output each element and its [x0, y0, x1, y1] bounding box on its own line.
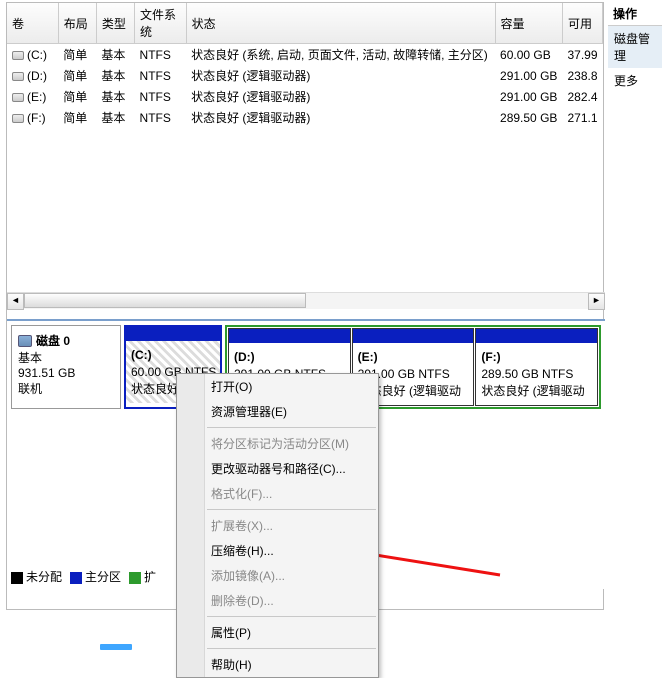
- menu-format: 格式化(F)...: [177, 481, 378, 506]
- legend-primary: 主分区: [85, 570, 121, 584]
- volume-table[interactable]: 卷 布局 类型 文件系统 状态 容量 可用 (C:)简单基本NTFS状态良好 (…: [7, 3, 603, 128]
- bottom-tab-indicator: [100, 644, 132, 650]
- drive-icon: [12, 93, 24, 102]
- actions-more[interactable]: 更多: [608, 68, 662, 93]
- partition-f-size: 289.50 GB NTFS: [481, 367, 573, 381]
- legend-swatch-extended: [129, 572, 141, 584]
- col-free[interactable]: 可用: [562, 3, 602, 44]
- menu-shrink-volume[interactable]: 压缩卷(H)...: [177, 538, 378, 563]
- actions-panel: 操作 磁盘管理 更多: [608, 2, 662, 610]
- col-volume[interactable]: 卷: [7, 3, 58, 44]
- actions-disk-management[interactable]: 磁盘管理: [608, 26, 662, 68]
- menu-delete-volume: 删除卷(D)...: [177, 588, 378, 613]
- table-row[interactable]: (C:)简单基本NTFS状态良好 (系统, 启动, 页面文件, 活动, 故障转储…: [7, 44, 603, 66]
- menu-change-drive-letter[interactable]: 更改驱动器号和路径(C)...: [177, 456, 378, 481]
- legend-swatch-unallocated: [11, 572, 23, 584]
- col-type[interactable]: 类型: [96, 3, 134, 44]
- partition-e-title: (E:): [358, 350, 378, 364]
- col-filesystem[interactable]: 文件系统: [135, 3, 187, 44]
- disk-icon: [18, 335, 32, 347]
- partition-c-title: (C:): [131, 348, 152, 362]
- col-layout[interactable]: 布局: [58, 3, 96, 44]
- menu-add-mirror: 添加镜像(A)...: [177, 563, 378, 588]
- partition-f-status: 状态良好 (逻辑驱动: [481, 384, 584, 398]
- legend-extended: 扩: [144, 570, 156, 584]
- menu-mark-active: 将分区标记为活动分区(M): [177, 431, 378, 456]
- menu-help[interactable]: 帮助(H): [177, 652, 378, 677]
- scroll-right-button[interactable]: ►: [588, 293, 605, 310]
- drive-icon: [12, 114, 24, 123]
- menu-extend-volume: 扩展卷(X)...: [177, 513, 378, 538]
- disk-0-size: 931.51 GB: [18, 366, 114, 380]
- table-row[interactable]: (D:)简单基本NTFS状态良好 (逻辑驱动器)291.00 GB238.8: [7, 65, 603, 86]
- menu-open[interactable]: 打开(O): [177, 374, 378, 399]
- partition-d-title: (D:): [234, 350, 255, 364]
- disk-0-name: 磁盘 0: [36, 332, 70, 349]
- scroll-thumb[interactable]: [24, 293, 306, 308]
- scroll-track[interactable]: [24, 293, 588, 309]
- drive-icon: [12, 72, 24, 81]
- partition-f-title: (F:): [481, 350, 500, 364]
- horizontal-scrollbar[interactable]: ◄ ►: [7, 292, 605, 309]
- actions-header: 操作: [608, 2, 662, 26]
- col-status[interactable]: 状态: [186, 3, 495, 44]
- disk-0-kind: 基本: [18, 349, 114, 366]
- legend-unallocated: 未分配: [26, 570, 62, 584]
- drive-icon: [12, 51, 24, 60]
- disk-0-state: 联机: [18, 380, 114, 397]
- menu-explorer[interactable]: 资源管理器(E): [177, 399, 378, 424]
- table-row[interactable]: (E:)简单基本NTFS状态良好 (逻辑驱动器)291.00 GB282.4: [7, 86, 603, 107]
- col-capacity[interactable]: 容量: [495, 3, 562, 44]
- disk-0-label-box[interactable]: 磁盘 0 基本 931.51 GB 联机: [11, 325, 121, 409]
- table-row[interactable]: (F:)简单基本NTFS状态良好 (逻辑驱动器)289.50 GB271.1: [7, 107, 603, 128]
- scroll-left-button[interactable]: ◄: [7, 293, 24, 310]
- legend-swatch-primary: [70, 572, 82, 584]
- menu-properties[interactable]: 属性(P): [177, 620, 378, 645]
- context-menu: 打开(O) 资源管理器(E) 将分区标记为活动分区(M) 更改驱动器号和路径(C…: [176, 373, 379, 678]
- partition-f[interactable]: (F:) 289.50 GB NTFS 状态良好 (逻辑驱动: [475, 328, 598, 406]
- legend: 未分配 主分区 扩: [11, 568, 156, 585]
